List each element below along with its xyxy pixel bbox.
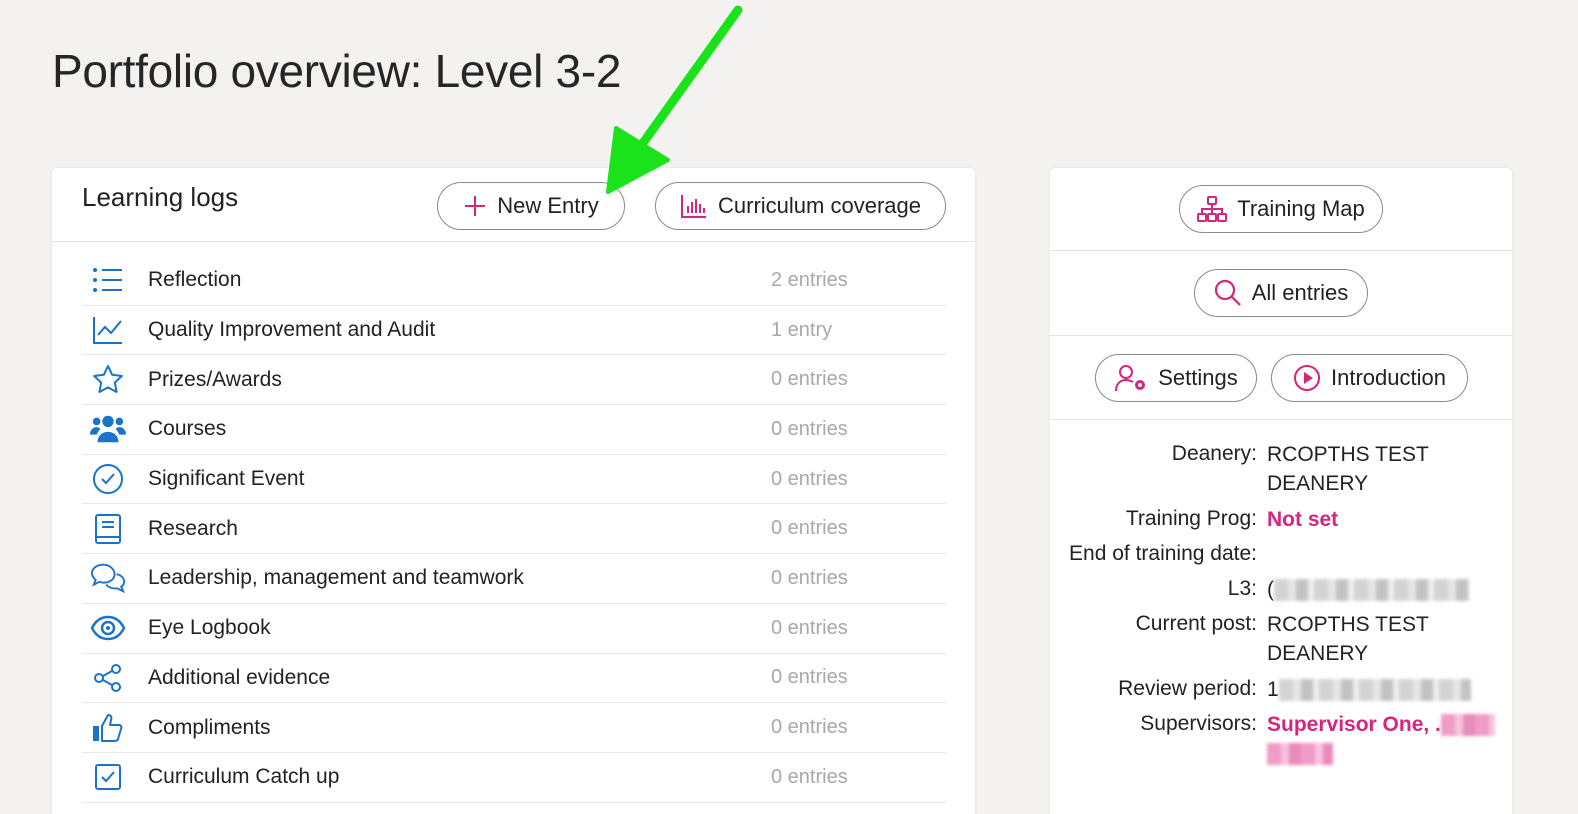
sidebar-section-settings: Settings Introduction (1050, 336, 1512, 420)
users-icon (90, 411, 126, 447)
log-item-count: 1 entry (771, 318, 833, 341)
log-item-label: Eye Logbook (148, 616, 271, 640)
introduction-label: Introduction (1331, 365, 1446, 390)
curriculum-coverage-label: Curriculum coverage (718, 193, 921, 218)
sidebar-section-training-map: Training Map (1050, 168, 1512, 251)
introduction-button[interactable]: Introduction (1271, 354, 1468, 402)
learning-logs-title: Learning logs (82, 182, 239, 212)
log-item-count: 0 entries (771, 566, 848, 589)
new-entry-label: New Entry (497, 193, 599, 218)
redacted-block (1440, 714, 1495, 737)
log-item-count: 0 entries (771, 666, 848, 689)
learning-logs-card: Learning logs New Entry Curriculum cover… (52, 168, 975, 814)
all-entries-button[interactable]: All entries (1194, 269, 1368, 317)
play-circle-icon (1294, 365, 1321, 391)
learning-logs-header: Learning logs New Entry Curriculum cover… (52, 168, 975, 242)
log-item-count: 0 entries (771, 467, 848, 490)
training-map-label: Training Map (1237, 196, 1365, 221)
line-chart-icon (90, 312, 126, 348)
log-item-courses[interactable]: Courses 0 entries (82, 405, 946, 455)
learning-log-list: Reflection 2 entries Quality Improvement… (82, 256, 946, 803)
supervisors-name: Supervisor One, . (1267, 713, 1441, 736)
list-icon (90, 262, 126, 298)
current-post-value: RCOPTHS TEST DEANERY (1267, 613, 1429, 665)
search-icon (1214, 279, 1241, 306)
log-item-count: 0 entries (771, 616, 848, 639)
settings-label: Settings (1158, 365, 1238, 390)
sidebar-section-all-entries: All entries (1050, 251, 1512, 336)
log-item-label: Reflection (148, 268, 242, 292)
check-circle-icon (90, 461, 126, 497)
eye-icon (90, 610, 126, 646)
log-item-label: Prizes/Awards (148, 367, 282, 391)
supervisors-value[interactable]: Supervisor One, . (1267, 710, 1497, 768)
log-item-label: Leadership, management and teamwork (148, 566, 524, 590)
training-prog-label: Training Prog: (1125, 507, 1257, 530)
log-item-reflection[interactable]: Reflection 2 entries (82, 256, 946, 306)
redacted-block (1274, 579, 1470, 602)
trainee-details: Deanery: RCOPTHS TEST DEANERY Training P… (1050, 420, 1512, 800)
l3-value: ( (1267, 575, 1497, 604)
log-item-count: 0 entries (771, 517, 848, 540)
log-item-leadership[interactable]: Leadership, management and teamwork 0 en… (82, 554, 946, 604)
training-prog-value[interactable]: Not set (1267, 505, 1497, 534)
settings-button[interactable]: Settings (1095, 354, 1257, 402)
review-period-value: 1 (1267, 675, 1497, 704)
redacted-block (1278, 679, 1471, 702)
review-period-value-prefix: 1 (1267, 678, 1279, 701)
l3-value-prefix: ( (1267, 578, 1274, 601)
user-settings-icon (1115, 365, 1146, 392)
log-item-label: Significant Event (148, 467, 305, 491)
log-item-label: Quality Improvement and Audit (148, 318, 436, 342)
log-item-count: 0 entries (771, 368, 848, 391)
log-item-additional-evidence[interactable]: Additional evidence 0 entries (82, 654, 946, 704)
all-entries-label: All entries (1251, 280, 1349, 305)
current-post-label: Current post: (1135, 612, 1257, 635)
thumbs-up-icon (90, 710, 126, 746)
supervisors-label: Supervisors: (1140, 712, 1257, 735)
chat-bubbles-icon (90, 560, 126, 596)
log-item-count: 0 entries (771, 417, 848, 440)
log-item-label: Research (148, 516, 238, 540)
log-item-label: Compliments (148, 715, 271, 739)
page-title: Portfolio overview: Level 3-2 (52, 45, 622, 97)
training-map-button[interactable]: Training Map (1179, 185, 1383, 233)
end-of-training-label: End of training date: (1069, 542, 1257, 565)
log-item-quality-improvement[interactable]: Quality Improvement and Audit 1 entry (82, 306, 946, 356)
log-item-count: 0 entries (771, 716, 848, 739)
l3-label: L3: (1227, 577, 1257, 600)
curriculum-coverage-button[interactable]: Curriculum coverage (655, 182, 946, 230)
new-entry-button[interactable]: New Entry (437, 182, 625, 230)
share-nodes-icon (90, 660, 126, 696)
portfolio-sidebar-card: Training Map All entries Settings Introd… (1050, 168, 1512, 814)
plus-icon (465, 196, 486, 216)
log-item-research[interactable]: Research 0 entries (82, 504, 946, 555)
log-item-curriculum-catch-up[interactable]: Curriculum Catch up 0 entries (82, 753, 946, 803)
log-item-eye-logbook[interactable]: Eye Logbook 0 entries (82, 604, 946, 654)
log-item-label: Additional evidence (148, 665, 331, 689)
redacted-block (1267, 743, 1333, 766)
log-item-count: 2 entries (771, 268, 848, 291)
sitemap-icon (1197, 196, 1228, 222)
book-icon (90, 511, 126, 547)
log-item-significant-event[interactable]: Significant Event 0 entries (82, 455, 946, 505)
bar-chart-icon (681, 195, 707, 218)
deanery-label: Deanery: (1171, 442, 1257, 465)
star-icon (90, 362, 126, 398)
log-item-label: Curriculum Catch up (148, 765, 340, 789)
review-period-label: Review period: (1118, 677, 1257, 700)
log-item-label: Courses (148, 417, 227, 441)
log-item-count: 0 entries (771, 765, 848, 788)
log-item-compliments[interactable]: Compliments 0 entries (82, 703, 946, 753)
deanery-value: RCOPTHS TEST DEANERY (1267, 443, 1429, 495)
log-item-prizes-awards[interactable]: Prizes/Awards 0 entries (82, 355, 946, 406)
checkbox-icon (90, 759, 126, 795)
